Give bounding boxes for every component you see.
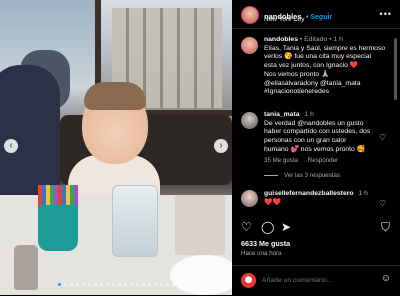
- post-time: Hace una hora: [241, 250, 282, 257]
- comment-line: humano 💕 nos vemos pronto 🥰: [264, 145, 366, 153]
- avatar[interactable]: [241, 190, 258, 207]
- like-heart-icon[interactable]: ♡: [241, 220, 252, 234]
- avatar[interactable]: [241, 37, 258, 54]
- comment: tania_mata 1 h De verdad @nandobles un g…: [264, 111, 382, 181]
- comment-line: personas con un gran calor: [264, 137, 347, 145]
- post-location[interactable]: New York City: [264, 16, 304, 23]
- crayon-cup: [38, 205, 78, 251]
- comment-text: ❤️❤️: [264, 198, 281, 206]
- post-header: nandobles • Seguir New York City •••: [232, 0, 400, 29]
- emoji-icon[interactable]: ☺: [381, 273, 391, 284]
- prev-arrow-icon[interactable]: ‹: [4, 139, 18, 153]
- post-details-panel: nandobles • Seguir New York City ••• nan…: [232, 0, 400, 295]
- caption-username[interactable]: nandobles: [264, 36, 298, 43]
- follow-button[interactable]: Seguir: [310, 14, 332, 21]
- avatar[interactable]: [241, 6, 259, 24]
- save-bookmark-icon[interactable]: ⛉: [381, 220, 390, 235]
- more-options-icon[interactable]: •••: [380, 9, 392, 19]
- carousel-dots: [0, 283, 232, 286]
- avatar: [241, 273, 256, 288]
- share-send-icon[interactable]: ➤: [281, 220, 291, 234]
- add-comment-input[interactable]: [262, 274, 382, 286]
- comment-line: haber compartido con ustedes, dos: [264, 128, 371, 136]
- comment-line: De verdad @nandobles un gusto: [264, 119, 364, 127]
- reply-button[interactable]: Responder: [308, 157, 338, 164]
- child-hair: [84, 82, 146, 110]
- edited-label: Editado: [304, 36, 328, 43]
- comment-username[interactable]: guisellefernandezballestero: [264, 190, 354, 197]
- caption-line: esta vez juntos, con Ignacio ❤️: [264, 62, 359, 70]
- scrollbar[interactable]: [394, 38, 397, 100]
- comment-bubble-icon[interactable]: ◯: [261, 220, 274, 234]
- comment-likes[interactable]: 35 Me gusta: [264, 157, 298, 164]
- next-arrow-icon[interactable]: ›: [214, 139, 228, 153]
- water-glass: [112, 185, 158, 257]
- post-actions-bar: ♡ ◯ ➤ ⛉: [232, 220, 400, 234]
- avatar[interactable]: [241, 112, 258, 129]
- comment-username[interactable]: tania_mata: [264, 111, 300, 118]
- add-comment-bar: ☺: [232, 265, 400, 296]
- sugar-packets: [175, 195, 225, 255]
- comment: guisellefernandezballestero 1 h ❤️❤️: [264, 190, 384, 207]
- caption-age: 1 h: [333, 36, 343, 43]
- likes-count[interactable]: 6633 Me gusta: [241, 239, 290, 248]
- comment-age: 1 h: [358, 190, 368, 197]
- caption-mention-line[interactable]: @eliasalvaradony @tania_mata: [264, 80, 392, 89]
- comment-age: 1 h: [304, 111, 314, 118]
- comment-like-heart-icon[interactable]: ♡: [379, 133, 386, 142]
- comment-like-heart-icon[interactable]: ♡: [379, 199, 386, 208]
- plate: [170, 255, 232, 295]
- caption: nandobles • Editado • 1 h Elías, Tania y…: [264, 36, 392, 97]
- caption-line: Nos vemos pronto 🙏🏼: [264, 70, 330, 78]
- post-photo[interactable]: ‹ ›: [0, 0, 232, 295]
- caption-line: verlos 😘 fue una cita muy especial: [264, 53, 372, 61]
- caption-hashtag-line[interactable]: #Ignacionotieneredes: [264, 88, 392, 97]
- view-replies-button[interactable]: Ver las 3 respuestas: [284, 172, 340, 179]
